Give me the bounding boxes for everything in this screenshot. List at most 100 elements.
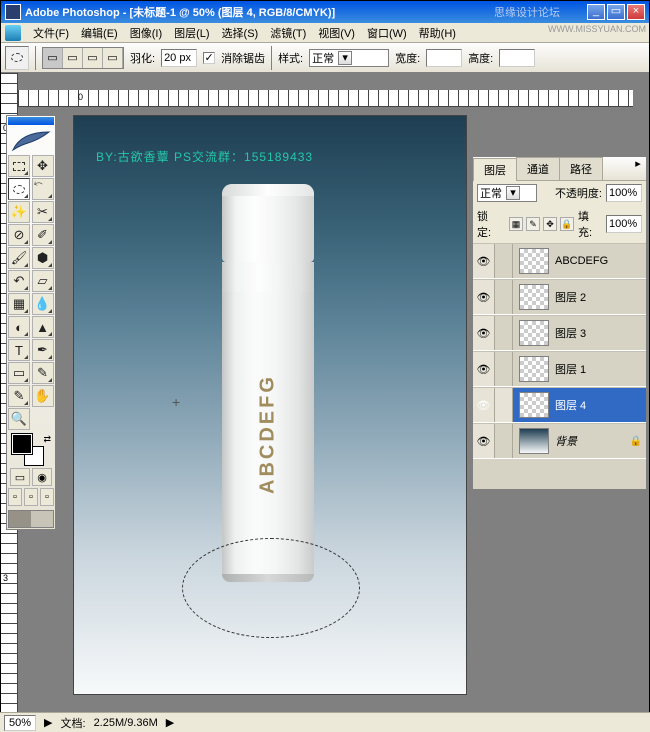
mode-subtract-button[interactable]: ▭ (83, 48, 103, 68)
antialias-checkbox[interactable]: ✓ (203, 52, 215, 64)
docinfo-arrow-icon[interactable]: ▶ (44, 716, 52, 729)
hand-tool[interactable]: ✋ (32, 385, 54, 407)
zoom-level[interactable]: 50% (4, 715, 36, 731)
close-button[interactable]: × (627, 4, 645, 20)
imageready-button[interactable] (8, 510, 54, 528)
current-tool-slot[interactable] (5, 46, 29, 70)
screen-standard-button[interactable]: ▫ (8, 488, 22, 506)
magic-wand-tool[interactable]: ✨ (8, 201, 30, 223)
visibility-toggle[interactable]: 👁 (473, 388, 495, 422)
standard-mode-button[interactable]: ▭ (10, 468, 30, 486)
menu-window[interactable]: 窗口(W) (361, 23, 413, 43)
layer-item[interactable]: 👁 图层 2 (473, 279, 646, 315)
blend-mode-select[interactable]: 正常 ▾ (477, 184, 537, 202)
height-input[interactable] (499, 49, 535, 67)
layer-item[interactable]: 👁 图层 3 (473, 315, 646, 351)
menu-filter[interactable]: 滤镜(T) (264, 23, 312, 43)
layer-item-background[interactable]: 👁 背景 🔒 (473, 423, 646, 459)
menu-select[interactable]: 选择(S) (216, 23, 265, 43)
layer-thumbnail[interactable] (519, 428, 549, 454)
fill-input[interactable] (606, 215, 642, 233)
panel-menu-button[interactable]: ▸ (630, 157, 646, 180)
layer-item-selected[interactable]: 👁 图层 4 (473, 387, 646, 423)
visibility-toggle[interactable]: 👁 (473, 316, 495, 350)
menu-image[interactable]: 图像(I) (124, 23, 168, 43)
notes-tool[interactable]: ✎ (32, 362, 54, 384)
menu-layer[interactable]: 图层(L) (168, 23, 215, 43)
layer-name[interactable]: ABCDEFG (555, 255, 642, 267)
eyedropper-tool[interactable]: ✎ (8, 385, 30, 407)
layer-name[interactable]: 图层 2 (555, 289, 642, 305)
menu-file[interactable]: 文件(F) (27, 23, 75, 43)
layer-thumbnail[interactable] (519, 320, 549, 346)
transform-center-icon[interactable]: + (172, 394, 180, 410)
ruler-horizontal[interactable]: 0 (18, 90, 633, 107)
layer-name[interactable]: 图层 3 (555, 325, 642, 341)
visibility-toggle[interactable]: 👁 (473, 424, 495, 458)
healing-brush-tool[interactable]: ✐ (32, 224, 54, 246)
feather-input[interactable] (161, 49, 197, 67)
layer-thumbnail[interactable] (519, 284, 549, 310)
width-input[interactable] (426, 49, 462, 67)
visibility-toggle[interactable]: 👁 (473, 280, 495, 314)
style-select[interactable]: 正常 ▾ (309, 49, 389, 67)
document-canvas[interactable]: BY:古欲香蕈 PS交流群：155189433 ABCDEFG + (73, 115, 467, 695)
path-select-tool[interactable]: ▲ (32, 316, 54, 338)
toolbox: ✥ ⃔ ✨ ✂ ⊘ ✐ 🖌 ⬢ ↶ ▱ ▦ 💧 ◐ ▲ T ✒ ▭ ✎ ✎ ✋ … (6, 115, 56, 530)
tab-paths[interactable]: 路径 (559, 157, 603, 180)
maximize-button[interactable]: ▭ (607, 4, 625, 20)
visibility-toggle[interactable]: 👁 (473, 244, 495, 278)
layer-thumbnail[interactable] (519, 392, 549, 418)
dodge-tool[interactable]: ◐ (8, 316, 30, 338)
app-icon (5, 4, 21, 20)
docinfo-menu-icon[interactable]: ▶ (166, 716, 174, 729)
swap-colors-icon[interactable]: ⇄ (43, 434, 51, 445)
brush-tool[interactable]: 🖌 (8, 247, 30, 269)
layer-item[interactable]: 👁 ABCDEFG (473, 243, 646, 279)
tab-channels[interactable]: 通道 (516, 157, 560, 180)
visibility-toggle[interactable]: 👁 (473, 352, 495, 386)
layer-thumbnail[interactable] (519, 248, 549, 274)
menu-view[interactable]: 视图(V) (312, 23, 361, 43)
lasso-tool[interactable]: ⃔ (32, 178, 54, 200)
url-watermark: WWW.MISSYUAN.COM (548, 24, 646, 34)
layer-name[interactable]: 背景 (555, 433, 630, 449)
crop-tool[interactable]: ✂ (32, 201, 54, 223)
foreground-color-swatch[interactable] (12, 434, 32, 454)
lock-transparency-button[interactable]: ▦ (509, 217, 523, 231)
ellipse-marquee-tool[interactable] (8, 178, 30, 200)
history-brush-tool[interactable]: ↶ (8, 270, 30, 292)
minimize-button[interactable]: _ (587, 4, 605, 20)
stamp-tool[interactable]: ⬢ (32, 247, 54, 269)
screen-full-menubar-button[interactable]: ▫ (24, 488, 38, 506)
layer-name[interactable]: 图层 4 (555, 397, 642, 413)
toolbox-titlebar[interactable] (8, 117, 54, 125)
mode-intersect-button[interactable]: ▭ (103, 48, 123, 68)
menu-help[interactable]: 帮助(H) (413, 23, 462, 43)
opacity-input[interactable] (606, 184, 642, 202)
zoom-tool[interactable]: 🔍 (8, 408, 30, 430)
layer-thumbnail[interactable] (519, 356, 549, 382)
lock-pixels-button[interactable]: ✎ (526, 217, 540, 231)
marquee-selection[interactable] (182, 538, 360, 638)
eraser-tool[interactable]: ▱ (32, 270, 54, 292)
layer-name[interactable]: 图层 1 (555, 361, 642, 377)
menu-edit[interactable]: 编辑(E) (75, 23, 124, 43)
shape-tool[interactable]: ▭ (8, 362, 30, 384)
screen-full-button[interactable]: ▫ (40, 488, 54, 506)
antialias-label: 消除锯齿 (221, 50, 265, 66)
move-tool[interactable]: ✥ (32, 155, 54, 177)
blur-tool[interactable]: 💧 (32, 293, 54, 315)
pen-tool[interactable]: ✒ (32, 339, 54, 361)
slice-tool[interactable]: ⊘ (8, 224, 30, 246)
tab-layers[interactable]: 图层 (473, 158, 517, 181)
mode-new-button[interactable]: ▭ (43, 48, 63, 68)
gradient-tool[interactable]: ▦ (8, 293, 30, 315)
mode-add-button[interactable]: ▭ (63, 48, 83, 68)
lock-position-button[interactable]: ✥ (543, 217, 557, 231)
quickmask-mode-button[interactable]: ◉ (32, 468, 52, 486)
lock-all-button[interactable]: 🔒 (560, 217, 574, 231)
type-tool[interactable]: T (8, 339, 30, 361)
layer-item[interactable]: 👁 图层 1 (473, 351, 646, 387)
rect-marquee-tool[interactable] (8, 155, 30, 177)
